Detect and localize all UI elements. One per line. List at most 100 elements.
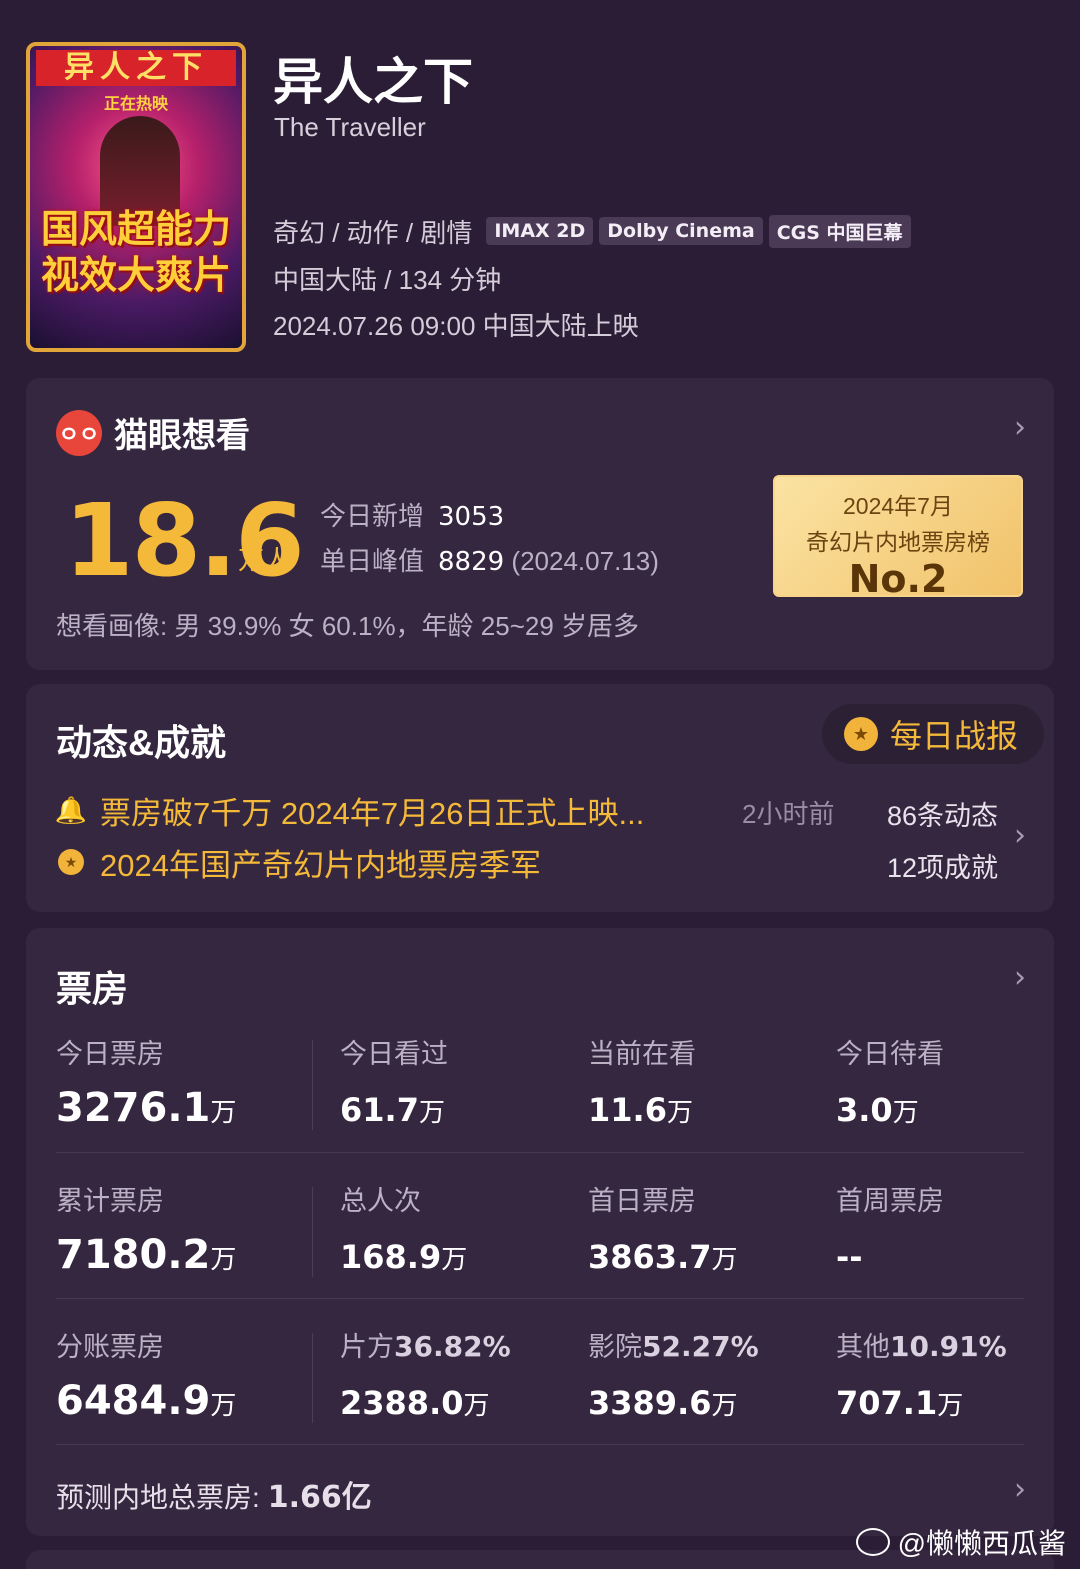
want-title: 猫眼想看	[114, 417, 250, 455]
stat-number: 707.1	[836, 1384, 938, 1422]
stat-label: 当前在看	[588, 1039, 696, 1069]
chevron-right-icon[interactable]: ›	[1014, 1472, 1026, 1507]
stat-number: 3.0	[836, 1091, 893, 1129]
watermark: @懒懒西瓜酱	[855, 1522, 1066, 1562]
boxoffice-row-total: 累计票房 7180.2万 总人次 168.9万 首日票房 3863.7万 首周票…	[56, 1152, 1024, 1298]
poster-slogan-line1: 国风超能力	[40, 207, 231, 251]
stat-cell: 今日看过 61.7万	[340, 1006, 448, 1131]
want-card[interactable]: ㅇㅇ 猫眼想看 › 18.6 万人 今日新增 3053 单日峰值 8829 (202…	[26, 378, 1054, 670]
stat-number: 3276.1	[56, 1085, 211, 1131]
peak-date: (2024.07.13)	[511, 546, 659, 576]
poster-slogan-line2: 视效大爽片	[40, 253, 231, 297]
chevron-right-icon[interactable]: ›	[1014, 960, 1026, 995]
stat-label: 今日看过	[340, 1039, 448, 1069]
forecast-value: 1.66亿	[267, 1480, 372, 1515]
stat-unit: 万	[210, 1244, 237, 1274]
share-label: 其他	[836, 1332, 890, 1362]
forecast-label: 预测内地总票房:	[56, 1482, 260, 1513]
stat-number: --	[836, 1238, 863, 1276]
movie-poster[interactable]: 异人之下 正在热映 国风超能力 视效大爽片	[26, 42, 246, 352]
stat-value: 3389.6万	[588, 1378, 759, 1424]
stat-label: 首周票房	[836, 1186, 944, 1216]
page: 异人之下 正在热映 国风超能力 视效大爽片 异人之下 The Traveller…	[0, 0, 1080, 1569]
rank-badge[interactable]: 2024年7月 奇幻片内地票房榜 No.2	[773, 475, 1023, 601]
stat-cell: 分账票房 6484.9万	[56, 1299, 236, 1424]
stat-cell: 累计票房 7180.2万	[56, 1153, 236, 1278]
maoyan-cat-icon: ㅇㅇ	[56, 409, 102, 456]
stat-unit: 万	[937, 1390, 964, 1420]
divider	[312, 1040, 313, 1130]
stat-number: 7180.2	[56, 1232, 211, 1278]
rank-value: No.2	[848, 557, 948, 601]
stat-unit: 万	[418, 1097, 445, 1127]
genre: 奇幻 / 动作 / 剧情	[273, 217, 473, 248]
stat-unit: 万	[666, 1097, 693, 1127]
stat-value: 7180.2万	[56, 1232, 236, 1278]
stat-cell: 首日票房 3863.7万	[588, 1153, 738, 1278]
dynamics-title: 动态&成就	[56, 722, 226, 763]
stat-number: 2388.0	[340, 1384, 464, 1422]
boxoffice-card[interactable]: 票房 › 今日票房 3276.1万 今日看过 61.7万 当前在看 11.6万 …	[26, 928, 1054, 1536]
stat-value: 6484.9万	[56, 1378, 236, 1424]
stat-label: 分账票房	[56, 1332, 164, 1362]
stat-unit: 万	[210, 1390, 237, 1420]
boxoffice-title: 票房	[56, 968, 129, 1009]
stat-unit: 万	[463, 1390, 490, 1420]
peak-label: 单日峰值	[320, 546, 425, 576]
medal-small-icon: ★	[56, 847, 86, 877]
today-new-value: 3053	[438, 502, 505, 532]
stat-value: 61.7万	[340, 1085, 448, 1131]
stat-value: --	[836, 1232, 944, 1278]
bell-icon: 🔔	[54, 794, 88, 825]
stat-value: 707.1万	[836, 1378, 1007, 1424]
stat-value: 2388.0万	[340, 1378, 511, 1424]
achievement-count[interactable]: 12项成就	[887, 846, 998, 885]
news-time: 2小时前	[742, 799, 835, 829]
genre-row: 奇幻 / 动作 / 剧情 IMAX 2D Dolby Cinema CGS 中国…	[273, 214, 917, 248]
stat-cell: 当前在看 11.6万	[588, 1006, 696, 1131]
stat-value: 11.6万	[588, 1085, 696, 1131]
achievement-text: 2024年国产奇幻片内地票房季军	[100, 847, 541, 883]
dynamics-count[interactable]: 86条动态	[887, 794, 998, 833]
share-label: 影院	[588, 1332, 642, 1362]
stat-number: 6484.9	[56, 1378, 211, 1424]
stat-value: 168.9万	[340, 1232, 467, 1278]
news-text: 票房破7千万 2024年7月26日正式上映...	[100, 795, 645, 831]
stat-label: 其他10.91%	[836, 1325, 1007, 1364]
stat-cell: 片方36.82% 2388.0万	[340, 1299, 511, 1424]
stat-label: 累计票房	[56, 1186, 164, 1216]
divider	[56, 1444, 1024, 1445]
watermark-text: @懒懒西瓜酱	[897, 1528, 1066, 1559]
forecast-row[interactable]: 预测内地总票房: 1.66亿	[56, 1472, 372, 1516]
share-percent: 36.82%	[394, 1330, 511, 1363]
stat-cell: 其他10.91% 707.1万	[836, 1299, 1007, 1424]
region-duration: 中国大陆 / 134 分钟	[273, 265, 502, 295]
stat-value: 3276.1万	[56, 1085, 236, 1131]
boxoffice-row-today: 今日票房 3276.1万 今日看过 61.7万 当前在看 11.6万 今日待看 …	[56, 1006, 1024, 1152]
stat-cell: 首周票房 --	[836, 1153, 944, 1278]
achievement-item[interactable]: ★ 2024年国产奇幻片内地票房季军	[56, 842, 541, 883]
movie-title-en: The Traveller	[274, 112, 426, 142]
stat-cell: 今日待看 3.0万	[836, 1006, 944, 1131]
chevron-right-icon[interactable]: ›	[1014, 410, 1026, 445]
stat-number: 3863.7	[588, 1238, 712, 1276]
stat-unit: 万	[711, 1244, 738, 1274]
stat-label: 影院52.27%	[588, 1325, 759, 1364]
stat-number: 3389.6	[588, 1384, 712, 1422]
format-tag-cgs: CGS 中国巨幕	[768, 214, 911, 248]
today-new-line: 今日新增 3053	[320, 496, 504, 533]
stat-unit: 万	[441, 1244, 468, 1274]
boxoffice-row-split: 分账票房 6484.9万 片方36.82% 2388.0万 影院52.27% 3…	[56, 1298, 1024, 1444]
dynamics-card[interactable]: 动态&成就 ★ 每日战报 🔔 票房破7千万 2024年7月26日正式上映... …	[26, 684, 1054, 912]
news-item[interactable]: 🔔 票房破7千万 2024年7月26日正式上映...	[54, 790, 645, 831]
peak-line: 单日峰值 8829 (2024.07.13)	[320, 541, 659, 578]
rank-period: 2024年7月	[843, 493, 953, 519]
want-header: ㅇㅇ 猫眼想看	[56, 408, 250, 457]
movie-title: 异人之下	[273, 54, 473, 110]
stat-number: 61.7	[340, 1091, 419, 1129]
poster-slogan: 国风超能力 视效大爽片	[34, 206, 238, 298]
today-new-label: 今日新增	[320, 501, 425, 531]
chevron-right-icon[interactable]: ›	[1014, 818, 1026, 853]
daily-report-label: 每日战报	[890, 718, 1019, 754]
daily-report-button[interactable]: ★ 每日战报	[822, 704, 1044, 764]
